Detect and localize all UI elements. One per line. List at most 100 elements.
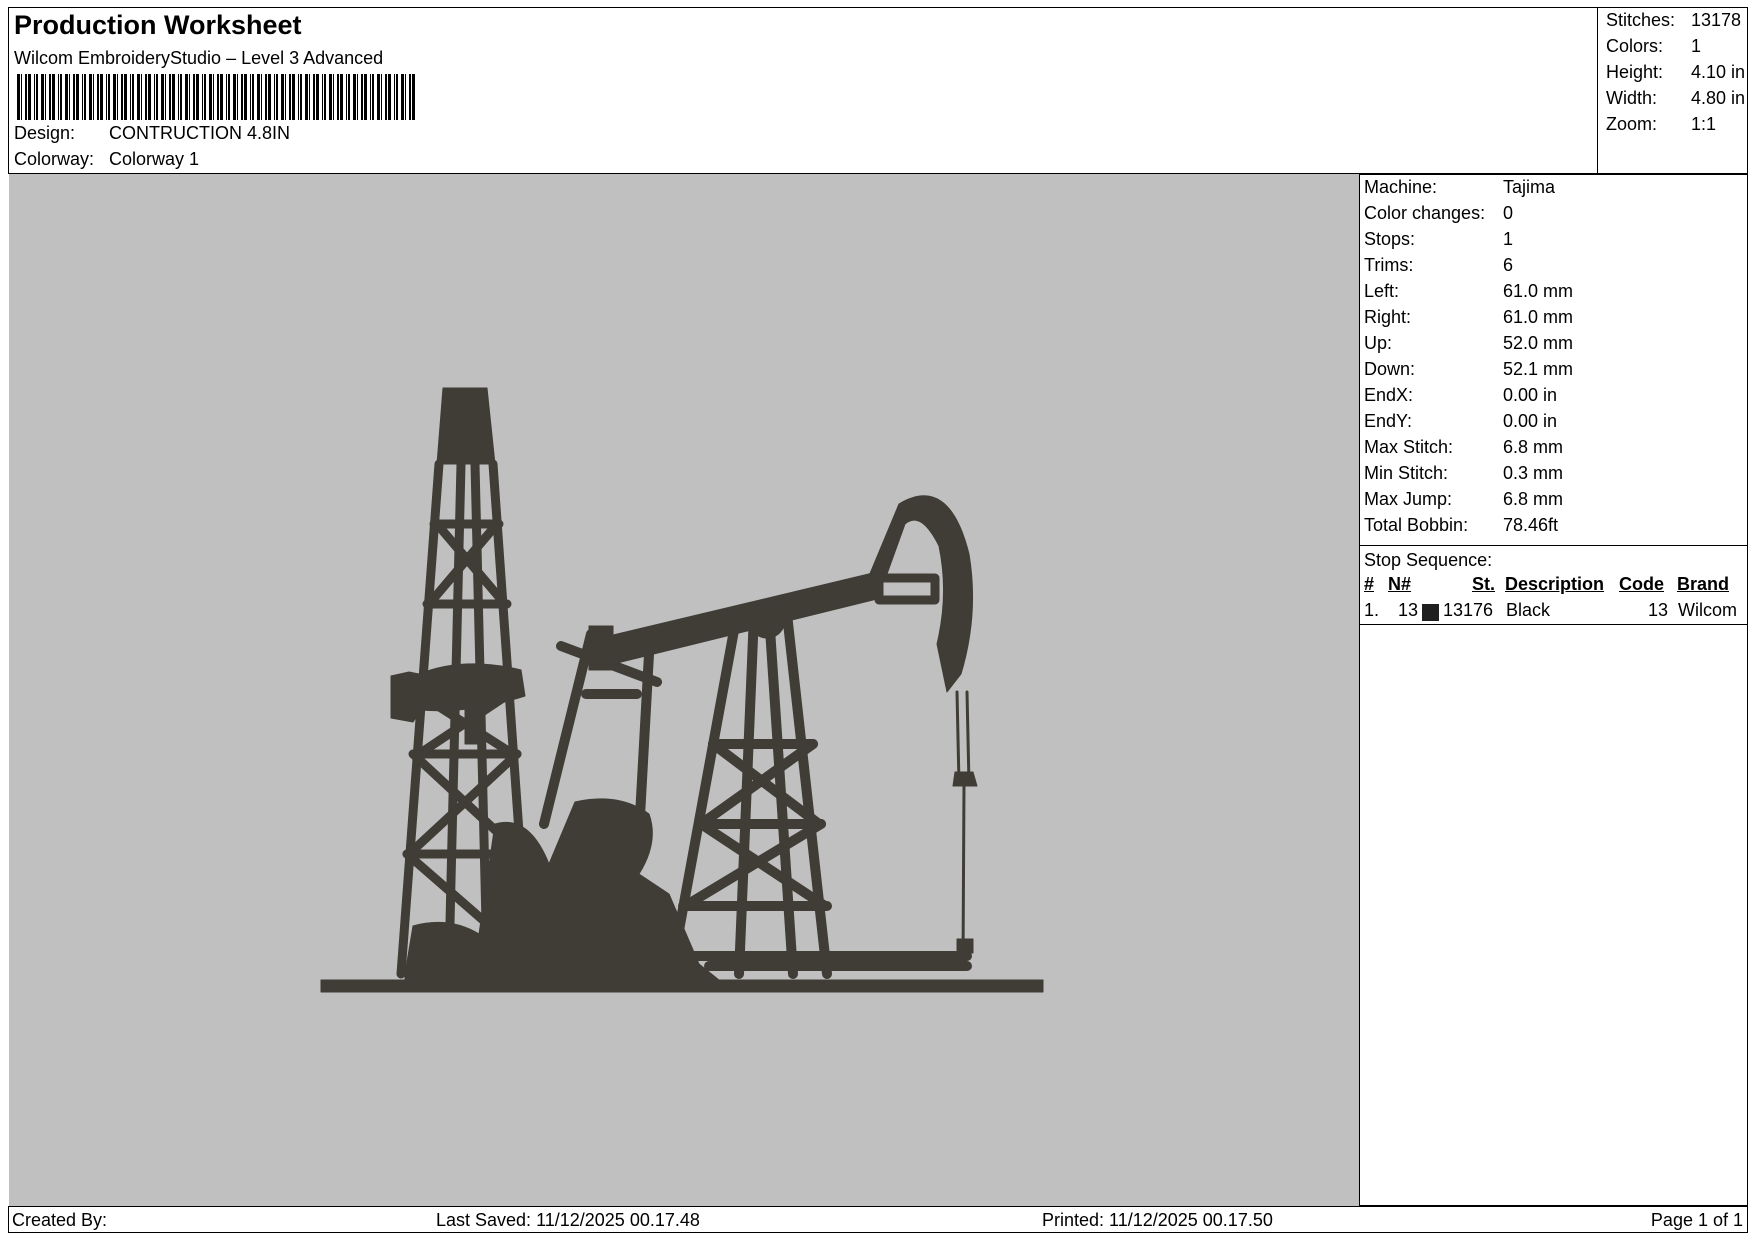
last-saved: Last Saved: 11/12/2025 00.17.48 xyxy=(436,1210,700,1230)
summary-panel: Stitches: 13178 Colors: 1 Height: 4.10 in W… xyxy=(1597,8,1748,173)
detail-value: 52.0 mm xyxy=(1503,333,1574,353)
detail-value: 61.0 mm xyxy=(1503,281,1574,301)
summary-value: 4.80 in xyxy=(1691,88,1746,108)
details-panel: Machine: Tajima Color changes: 0 Stops: 1 T… xyxy=(1360,174,1748,1206)
stop-sequence-title: Stop Sequence: xyxy=(1364,550,1493,570)
detail-value: 6.8 mm xyxy=(1503,489,1564,509)
detail-value: Tajima xyxy=(1503,177,1556,197)
detail-value: 0 xyxy=(1503,203,1514,223)
detail-label: Stops: xyxy=(1364,229,1416,249)
header-description: Description xyxy=(1505,574,1605,594)
detail-label: Left: xyxy=(1364,281,1400,301)
derrick-column xyxy=(464,683,486,745)
detail-label: Max Jump: xyxy=(1364,489,1453,509)
detail-row: Down: 52.1 mm xyxy=(1364,359,1573,380)
detail-value: 6.8 mm xyxy=(1503,437,1564,457)
detail-value: 1 xyxy=(1503,229,1514,249)
stuffing-box xyxy=(956,938,974,954)
detail-row: Right: 61.0 mm xyxy=(1364,307,1573,328)
worksheet-header: Production Worksheet Wilcom EmbroiderySt… xyxy=(8,7,1748,174)
stop-sequence: Stop Sequence: # N# St. Description Code… xyxy=(1360,545,1748,625)
detail-label: Max Stitch: xyxy=(1364,437,1454,457)
thread-color-swatch xyxy=(1422,604,1439,621)
worksheet-footer: Created By: Last Saved: 11/12/2025 00.17… xyxy=(8,1206,1748,1233)
design-row: Design: CONTRUCTION 4.8IN xyxy=(14,123,290,144)
detail-value: 6 xyxy=(1503,255,1514,275)
colorway-label: Colorway: xyxy=(14,149,95,169)
detail-label: EndY: xyxy=(1364,411,1413,431)
stop-stitches: 13176 xyxy=(1443,600,1494,620)
header-brand: Brand xyxy=(1677,574,1730,594)
stop-brand: Wilcom xyxy=(1678,600,1737,620)
detail-row: EndY: 0.00 in xyxy=(1364,411,1557,432)
summary-label: Colors: xyxy=(1606,36,1664,56)
colorway-row: Colorway: Colorway 1 xyxy=(14,149,199,170)
detail-label: Trims: xyxy=(1364,255,1414,275)
detail-label: Total Bobbin: xyxy=(1364,515,1469,535)
summary-value: 4.10 in xyxy=(1691,62,1746,82)
detail-label: Down: xyxy=(1364,359,1416,379)
detail-value: 78.46ft xyxy=(1503,515,1559,535)
detail-label: Machine: xyxy=(1364,177,1438,197)
header-index: # xyxy=(1364,574,1375,594)
summary-row: Stitches: 13178 xyxy=(1606,10,1741,31)
detail-row: Stops: 1 xyxy=(1364,229,1513,250)
design-canvas xyxy=(9,174,1360,1206)
bridle-cable xyxy=(955,690,971,966)
detail-row: Min Stitch: 0.3 mm xyxy=(1364,463,1563,484)
detail-row: Trims: 6 xyxy=(1364,255,1513,276)
barcode xyxy=(17,74,415,120)
colorway-value: Colorway 1 xyxy=(109,149,200,169)
header-code: Code xyxy=(1619,574,1664,594)
derrick-top xyxy=(436,387,496,465)
detail-row: Max Stitch: 6.8 mm xyxy=(1364,437,1563,458)
summary-row: Width: 4.80 in xyxy=(1606,88,1745,109)
ground-bar xyxy=(320,979,1044,993)
summary-row: Colors: 1 xyxy=(1606,36,1701,57)
detail-value: 61.0 mm xyxy=(1503,307,1574,327)
printed-date: Printed: 11/12/2025 00.17.50 xyxy=(1042,1210,1273,1230)
stop-needle: 13 xyxy=(1398,600,1419,620)
summary-label: Width: xyxy=(1606,88,1658,108)
detail-label: EndX: xyxy=(1364,385,1414,405)
carrier-bar xyxy=(952,771,978,787)
detail-label: Min Stitch: xyxy=(1364,463,1449,483)
design-value: CONTRUCTION 4.8IN xyxy=(109,123,291,143)
stop-description: Black xyxy=(1506,600,1551,620)
summary-value: 1 xyxy=(1691,36,1702,56)
walking-beam xyxy=(608,571,882,665)
summary-value: 13178 xyxy=(1691,10,1742,30)
detail-value: 52.1 mm xyxy=(1503,359,1574,379)
summary-label: Height: xyxy=(1606,62,1664,82)
detail-label: Right: xyxy=(1364,307,1412,327)
oil-pumpjack-embroidery xyxy=(320,387,1044,993)
detail-row: EndX: 0.00 in xyxy=(1364,385,1557,406)
software-name: Wilcom EmbroideryStudio – Level 3 Advanc… xyxy=(14,48,384,68)
stop-index: 1. xyxy=(1364,600,1380,620)
detail-row: Color changes: 0 xyxy=(1364,203,1513,224)
horsehead-frame xyxy=(874,573,940,605)
summary-row: Zoom: 1:1 xyxy=(1606,114,1716,135)
detail-row: Left: 61.0 mm xyxy=(1364,281,1573,302)
header-stitches: St. xyxy=(1472,574,1496,594)
detail-row: Machine: Tajima xyxy=(1364,177,1555,198)
summary-value: 1:1 xyxy=(1691,114,1717,134)
detail-row: Total Bobbin: 78.46ft xyxy=(1364,515,1558,536)
detail-row: Up: 52.0 mm xyxy=(1364,333,1573,354)
design-label: Design: xyxy=(14,123,76,143)
summary-label: Stitches: xyxy=(1606,10,1676,30)
detail-label: Color changes: xyxy=(1364,203,1486,223)
summary-row: Height: 4.10 in xyxy=(1606,62,1745,83)
detail-value: 0.3 mm xyxy=(1503,463,1564,483)
header-needle: N# xyxy=(1388,574,1412,594)
beam-counterweight xyxy=(588,625,614,671)
page-number: Page 1 of 1 xyxy=(1650,1210,1743,1230)
saddle-bearing xyxy=(748,601,786,639)
summary-label: Zoom: xyxy=(1606,114,1658,134)
detail-row: Max Jump: 6.8 mm xyxy=(1364,489,1563,510)
horsehead xyxy=(868,495,974,693)
detail-value: 0.00 in xyxy=(1503,411,1558,431)
stop-code: 13 xyxy=(1648,600,1669,620)
created-by: Created By: xyxy=(12,1210,108,1230)
detail-label: Up: xyxy=(1364,333,1393,353)
